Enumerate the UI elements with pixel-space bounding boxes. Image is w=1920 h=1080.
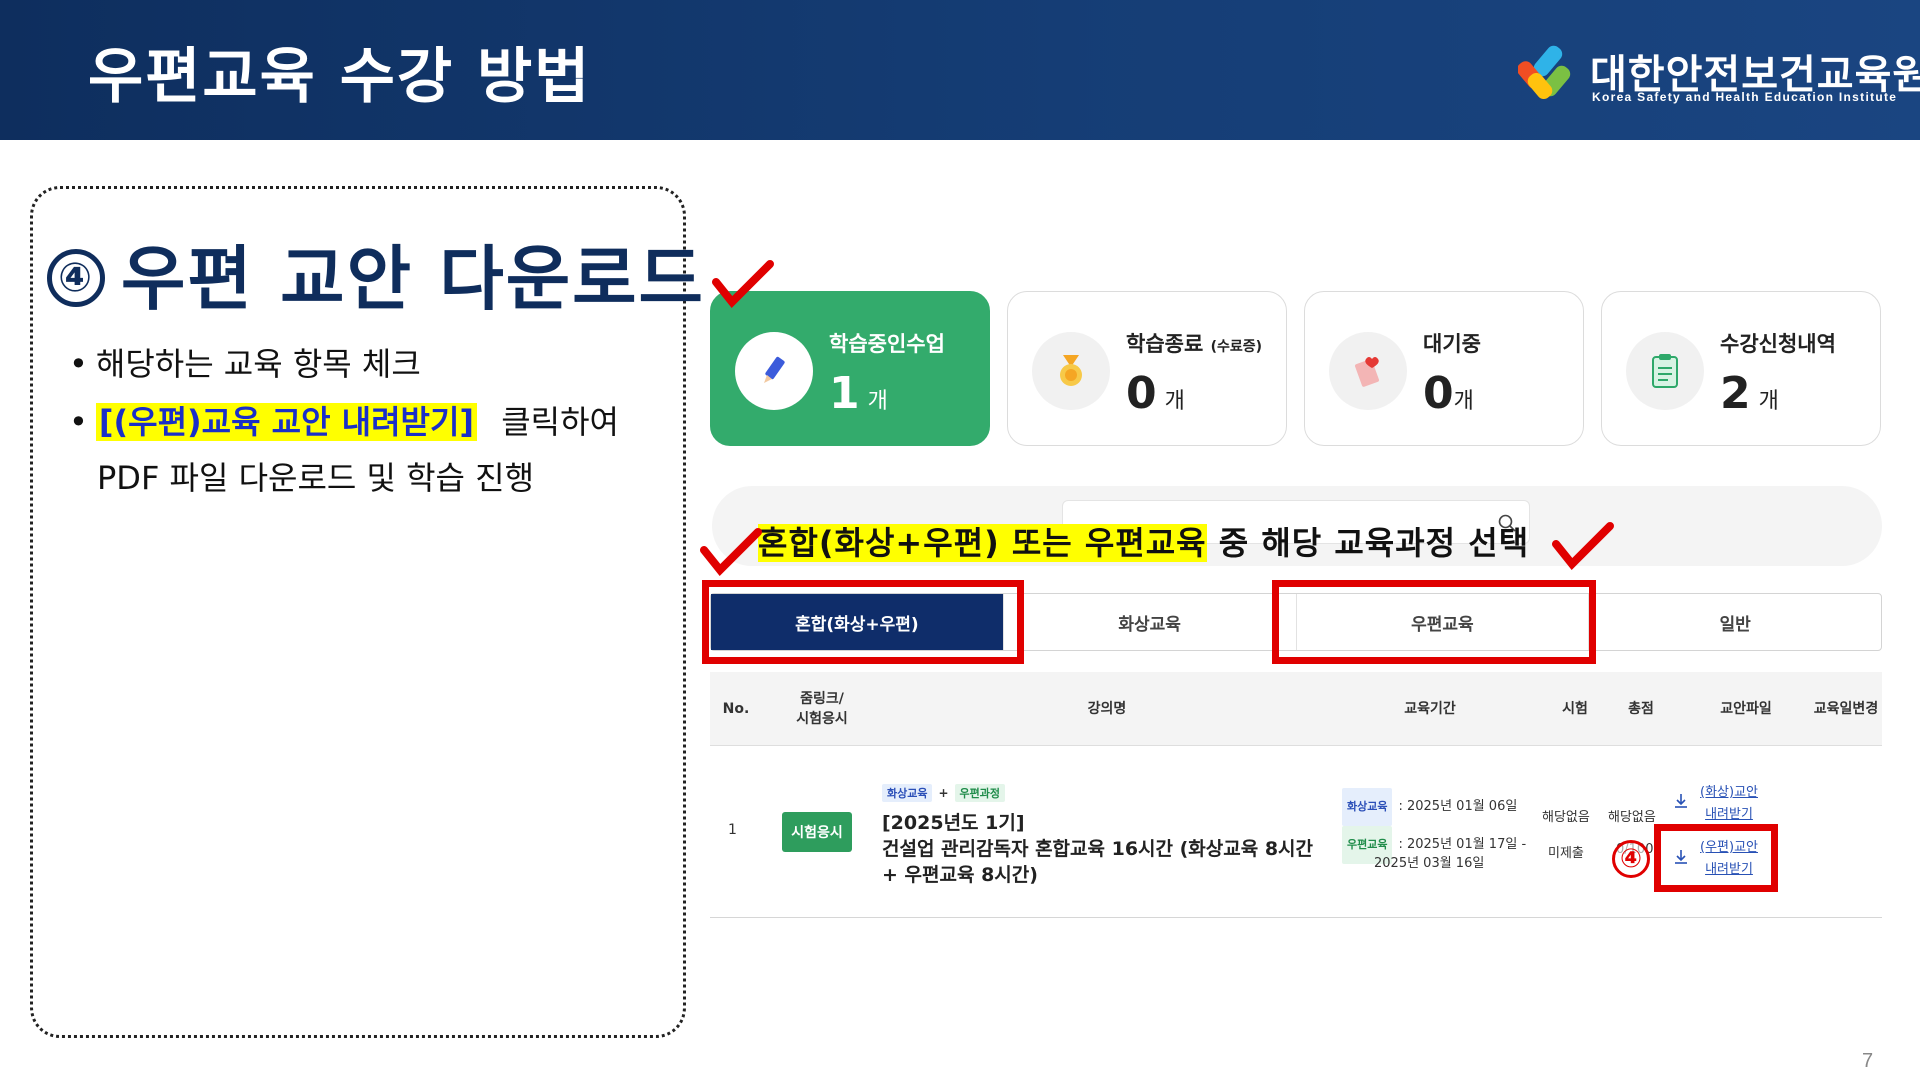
th-period: 교육기간 [1404,701,1456,717]
exam-button[interactable]: 시험응시 [782,812,852,852]
card-label: 대기중 [1423,332,1481,356]
th-test: 시험 [1562,701,1588,717]
card-count: 0개 [1423,368,1474,419]
th-exam: 줌링크/시험응시 [796,691,848,727]
tag-video: 화상교육 [882,784,933,802]
th-date-change: 교육일변경 [1813,701,1879,717]
bullet-2-highlight: [(우편)교육 교안 내려받기] [95,403,478,441]
card-registrations[interactable]: 수강신청내역 2개 [1601,291,1881,446]
heart-note-icon [1329,332,1407,410]
annotation-check-icon [712,260,774,308]
instruction-bullet-2: • [(우편)교육 교안 내려받기] 클릭하여 [69,403,619,441]
instruction-bullet-1: • 해당하는 교육 항목 체크 [69,345,421,383]
annotation-check-icon [1552,522,1614,570]
bullet-2-continuation: PDF 파일 다운로드 및 학습 진행 [97,459,535,497]
table-header: No. 줌링크/시험응시 강의명 교육기간 시험 총점 교안파일 교육일변경 [710,672,1882,746]
tab-video[interactable]: 화상교육 [1004,594,1297,650]
annotation-step-badge: ④ [1612,840,1650,878]
annotation-check-icon [700,528,762,576]
callout-instruction: 혼합(화상+우편) 또는 우편교육 중 해당 교육과정 선택 [758,518,1529,564]
step-number-badge: ④ [47,248,105,307]
th-file: 교안파일 [1720,701,1772,717]
logo-english-text: Korea Safety and Health Education Instit… [1592,90,1898,104]
step-title-text: 우편 교안 다운로드 [121,238,705,320]
th-no: No. [722,701,750,717]
header-banner: 우편교육 수강 방법 대한안전보건교육원 Korea Safety and He… [0,0,1920,140]
page-title: 우편교육 수강 방법 [88,42,592,112]
card-count: 0개 [1126,368,1185,419]
card-count: 2개 [1720,368,1779,419]
annotation-box-mixed-tab [702,580,1024,664]
instruction-panel: ④ 우편 교안 다운로드 • 해당하는 교육 항목 체크 • [(우편)교육 교안 내… [30,186,703,1038]
annotation-box-download [1654,824,1778,892]
card-count: 1개 [829,368,888,419]
bullet-2-text: 클릭하여 [501,403,619,441]
course-tags: 화상교육 + 우편과정 [882,784,1006,802]
card-waiting[interactable]: 대기중 0개 [1304,291,1584,446]
tag-postal: 우편과정 [954,784,1006,802]
test-status-2: 미제출 [1548,846,1584,861]
medal-icon [1032,332,1110,410]
test-status-1: 해당없음 [1542,810,1590,825]
callout-text: 중 해당 교육과정 선택 [1218,524,1530,562]
video-material-download-link[interactable]: (화상)교안 내려받기 [1700,782,1758,826]
th-course: 강의명 [1087,701,1127,717]
card-label: 수강신청내역 [1720,332,1836,356]
tab-general[interactable]: 일반 [1589,594,1881,650]
page-number: 7 [1862,1050,1874,1072]
institute-logo: 대한안전보건교육원 Korea Safety and Health Educat… [1518,40,1920,110]
card-label: 학습중인수업 [829,332,945,356]
course-title: [2025년도 1기] 건설업 관리감독자 혼합교육 16시간 (화상교육 8시… [882,812,1314,886]
card-label: 학습종료 (수료증) [1126,332,1263,356]
clipboard-icon [1626,332,1704,410]
logo-mark-icon [1518,45,1571,100]
callout-highlight: 혼합(화상+우편) 또는 우편교육 [758,524,1207,562]
pencil-icon [735,332,813,410]
step-heading: ④ 우편 교안 다운로드 [47,223,705,324]
card-in-progress[interactable]: 학습중인수업 1개 [710,291,990,446]
score-1: 해당없음 [1608,810,1656,825]
period-end-date: 2025년 03월 16일 [1374,856,1485,871]
row-number: 1 [728,822,737,838]
card-completed[interactable]: 학습종료 (수료증) 0개 [1007,291,1287,446]
annotation-box-postal-tab [1272,580,1596,664]
download-icon[interactable] [1672,792,1690,810]
th-score: 총점 [1628,701,1654,717]
bullet-1-text: 해당하는 교육 항목 체크 [95,345,421,383]
